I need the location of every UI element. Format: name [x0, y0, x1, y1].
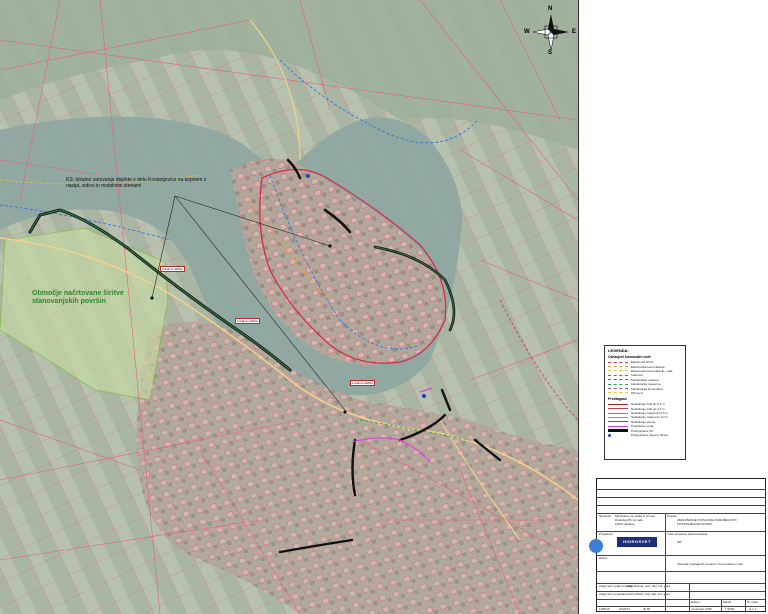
legend-label: Plinovod [631, 390, 643, 395]
legend-label: Prestavitev voda [631, 424, 654, 429]
map-svg [0, 0, 578, 614]
legend-swatch [608, 412, 628, 414]
client-line3: 1000 Ljubljana [615, 522, 635, 526]
planned-area-label: Območje načrtovane širitve stanovanjskih… [32, 290, 152, 306]
map-tag: Lokalna zaščita [350, 380, 375, 386]
legend-proposed-list: Nadvišanje zidu do 0,5 m Nadvišanje zidu … [608, 402, 682, 437]
legend-section-proposed: Predlagano [608, 397, 628, 402]
legend-swatch [608, 379, 628, 381]
phase-value: IZP [677, 540, 682, 544]
legend-label: Vodovod [631, 373, 643, 378]
legend-swatch [608, 388, 628, 390]
ids-value: 2016/14 [619, 607, 630, 611]
client-label: Naročnik: [599, 514, 612, 518]
legend-swatch [608, 433, 611, 437]
compass-e: E [572, 29, 577, 35]
legend-swatch [608, 408, 628, 410]
compass-w: W [524, 29, 530, 35]
compass-icon: N S E W [524, 6, 576, 56]
company-logo: HIDROSVET [617, 537, 657, 547]
legend-swatch [608, 421, 628, 423]
legend-swatch [608, 425, 628, 427]
drawing-value: Situacija predlaganih ukrepov z komunaln… [677, 562, 743, 566]
compass-n: N [548, 6, 553, 12]
number-value: G.1.1 [749, 607, 757, 611]
callout-point [343, 410, 347, 414]
date-label: Datum: [691, 600, 701, 604]
legend-swatch [608, 416, 628, 418]
flood-barrier-marker [306, 174, 310, 178]
compass-s: S [548, 50, 553, 56]
legend-swatch [608, 366, 628, 368]
legend-label: Kanalizacija mešana [631, 377, 659, 382]
legend-label: Nadvišanje terena [631, 419, 656, 424]
row-a-value: Mitja Rismal, univ. dipl. inž. grad. [627, 584, 671, 588]
legend-existing-list: Elektrovod 20 kV Elektronske komunikacije… [608, 360, 682, 395]
legend-label: Elektronske komunikacije [631, 364, 665, 369]
map-tag: Lokalna zaščita [235, 318, 260, 324]
legend-swatch [608, 392, 628, 394]
legend-label: Elektrovod 20 kV [631, 360, 654, 365]
map-tag: Lokalna zaščita [160, 266, 185, 272]
map-canvas[interactable]: KS: lokalno varovanje objekte v delu Kos… [0, 0, 578, 614]
legend-label: Kanalizacija komunalna [631, 386, 663, 391]
designer-label: Projektant: [599, 532, 614, 536]
logo-circle-icon [589, 539, 603, 553]
drawing-label: Risba: [599, 556, 608, 560]
legend-title: LEGENDA: [608, 348, 629, 353]
legend-label: Nadvišanje zidu do 1,0 m [631, 406, 665, 411]
legend-label: Protipoplavni zid [631, 428, 654, 433]
title-block: Naročnik: Ministrstvo za okolje in prost… [589, 478, 766, 612]
number-label: Št. risbe: [747, 600, 759, 604]
area-label-line2: stanovanjskih površin [32, 298, 106, 305]
flood-barrier-marker [422, 394, 426, 398]
legend-swatch [608, 383, 628, 385]
legend-item: Plinovod [608, 391, 682, 395]
row-b-label: Odgovorni projektant [599, 592, 627, 596]
callout-point [328, 244, 332, 248]
legend-swatch [608, 429, 628, 433]
project-label: Projekt: [667, 514, 678, 518]
area-label-line1: Območje načrtovane širitve [32, 290, 124, 297]
legend-section-existing: Obstoječi komunalni vodi [608, 355, 651, 359]
legend-swatch [608, 374, 628, 376]
date-value: november 2016 [691, 607, 712, 611]
ident-value: ID 65 [643, 607, 651, 611]
phase-label: Vrsta projektne dokumentacije: [667, 532, 709, 536]
callout-text: KS: lokalno varovanje objekte v delu Kos… [66, 177, 207, 189]
legend: LEGENDA: Obstoječi komunalni vodi Elektr… [604, 345, 686, 460]
legend-swatch [608, 361, 628, 363]
legend-swatch [608, 403, 628, 405]
legend-label: Protipoplavni zaporni ukrepi [631, 433, 669, 438]
legend-swatch [608, 370, 628, 372]
scale-label: Merilo: [723, 600, 733, 604]
legend-label: Elektronske komunikacije - kab. [631, 368, 674, 373]
row-b-value: Andrej Belič, univ. dipl. inž. grad. [627, 592, 671, 596]
project-number: 1185/16 [599, 607, 610, 611]
legend-label: Nadvišanje nasipa do 0,5 m [631, 411, 669, 416]
project-line2: KOSTANJEVICE NA KRKI [677, 522, 713, 526]
legend-label: Kanalizacija meteorna [631, 382, 661, 387]
scale-value: 1:5000 [725, 607, 735, 611]
legend-label: Nadvišanje zidu do 0,5 m [631, 402, 665, 407]
legend-label: Nadvišanje nasipa do 1,0 m [631, 415, 669, 420]
legend-item: Protipoplavni zaporni ukrepi [608, 433, 682, 437]
